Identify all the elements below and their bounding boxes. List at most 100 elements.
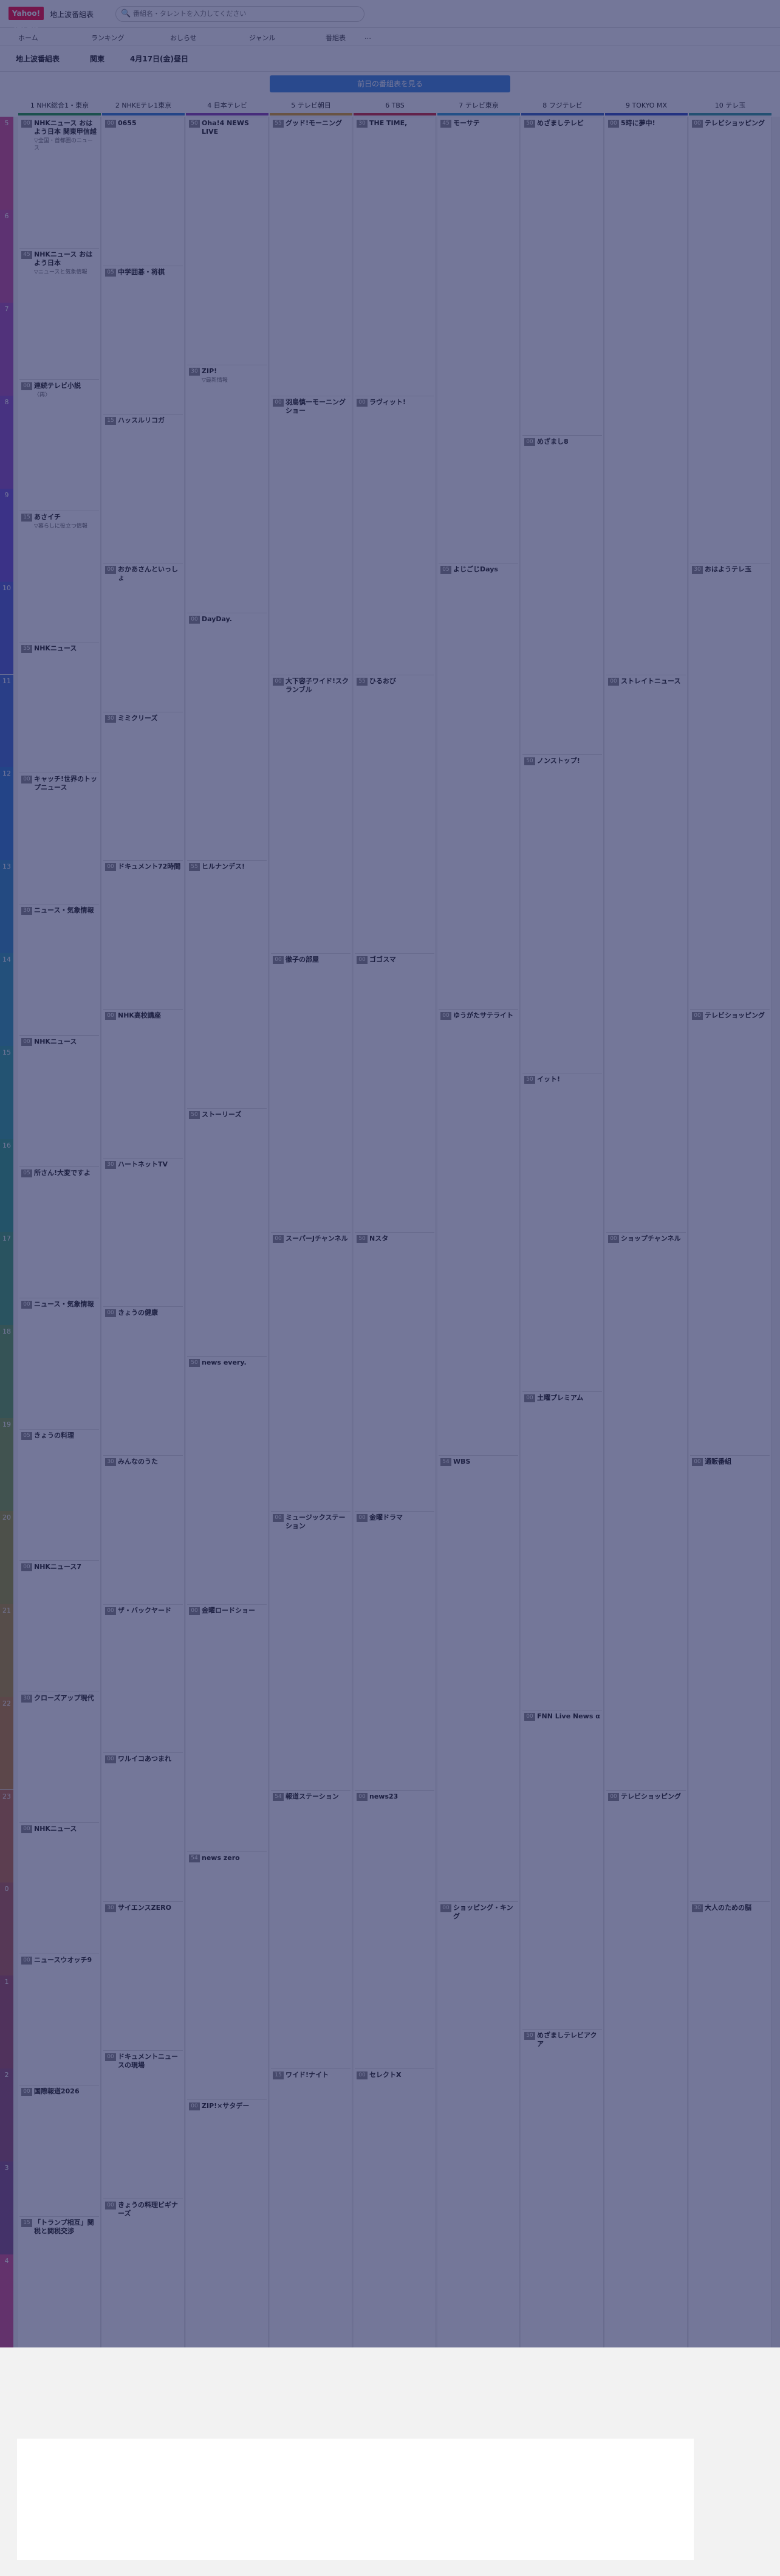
area-select[interactable]: 地上波番組表 xyxy=(16,53,60,64)
program-title[interactable]: NHKニュース おはよう日本 関東甲信越 xyxy=(34,119,98,136)
program-cell[interactable]: 00 セレクトX xyxy=(355,2068,434,2347)
program-cell[interactable]: 00 土曜プレミアム xyxy=(522,1391,602,1710)
program-title[interactable]: ゴゴスマ xyxy=(369,956,433,964)
program-cell[interactable]: 30 みんなのうた xyxy=(103,1455,183,1604)
program-title[interactable]: モーサテ xyxy=(453,119,517,128)
program-title[interactable]: セレクトX xyxy=(369,2071,433,2079)
nav-more[interactable]: … xyxy=(364,33,371,41)
program-cell[interactable]: 00 テレビショッピング xyxy=(690,1009,770,1455)
program-cell[interactable]: 30 おはようテレ玉 xyxy=(690,563,770,1009)
program-cell[interactable]: 30 大人のための脳 xyxy=(690,1901,770,2347)
program-cell[interactable]: 05 中学囲碁・将棋 xyxy=(103,265,183,415)
program-cell[interactable]: 50 めざましテレビアクア xyxy=(522,2028,602,2347)
program-title[interactable]: news every. xyxy=(202,1359,265,1367)
program-title[interactable]: 大下容子ワイド!スクランブル xyxy=(286,677,349,694)
program-title[interactable]: ひるおび xyxy=(369,677,433,686)
program-title[interactable]: ショップチャンネル xyxy=(621,1235,685,1243)
program-cell[interactable]: 00 スーパーJチャンネル xyxy=(271,1232,351,1511)
program-title[interactable]: 国際報道2026 xyxy=(34,2087,98,2096)
nav-ranking[interactable]: ランキング xyxy=(91,33,125,43)
program-title[interactable]: Nスタ xyxy=(369,1235,433,1243)
program-cell[interactable]: 00 ZIP!×サタデー xyxy=(187,2099,267,2347)
program-cell[interactable]: 15 あさイチ ▽暮らしに役立つ情報 xyxy=(19,510,99,642)
station-1[interactable]: 1 NHK総合1・東京 xyxy=(18,98,101,115)
site-name[interactable]: 地上波番組表 xyxy=(50,9,94,19)
program-title[interactable]: ゆうがたサテライト xyxy=(453,1011,517,1020)
program-title[interactable]: NHK高校講座 xyxy=(118,1011,182,1020)
program-title[interactable]: テレビショッピング xyxy=(621,1793,685,1801)
program-title[interactable]: NHKニュース おはよう日本 xyxy=(34,250,98,267)
program-cell[interactable]: 00 羽鳥慎一モーニングショー xyxy=(271,395,351,675)
program-cell[interactable]: 00 ショップチャンネル xyxy=(606,1232,686,1790)
program-title[interactable]: 「トランプ相互」関税と関税交渉 xyxy=(34,2219,98,2236)
program-title[interactable]: WBS xyxy=(453,1458,517,1466)
program-title[interactable]: きょうの料理ビギナーズ xyxy=(118,2201,182,2218)
program-cell[interactable]: 50 ストーリーズ xyxy=(187,1108,267,1356)
station-8[interactable]: 9 TOKYO MX xyxy=(605,98,688,115)
program-title[interactable]: ZIP! xyxy=(202,367,265,376)
program-cell[interactable]: 15 「トランプ相互」関税と関税交渉 xyxy=(19,2216,99,2347)
program-title[interactable]: ストレイトニュース xyxy=(621,677,685,686)
program-title[interactable]: 大人のための脳 xyxy=(705,1904,768,1912)
program-cell[interactable]: 55 ひるおび xyxy=(355,674,434,954)
program-cell[interactable]: 00 ドキュメントニュースの現場 xyxy=(103,2050,183,2199)
program-cell[interactable]: 00 ニュースウオッチ9 xyxy=(19,1954,99,2085)
program-cell[interactable]: 00 徹子の部屋 xyxy=(271,953,351,1232)
station-7[interactable]: 8 フジテレビ xyxy=(521,98,604,115)
station-2[interactable]: 2 NHKEテレ1東京 xyxy=(102,98,185,115)
program-cell[interactable]: 50 ノンストップ! xyxy=(522,754,602,1073)
program-cell[interactable]: 05 よじごじDays xyxy=(439,563,518,1009)
program-title[interactable]: ノンストップ! xyxy=(537,757,601,765)
program-title[interactable]: あさイチ xyxy=(34,513,98,522)
program-cell[interactable]: 00 NHK高校講座 xyxy=(103,1009,183,1158)
program-title[interactable]: ニュース・気象情報 xyxy=(34,906,98,915)
program-cell[interactable]: 00 ゆうがたサテライト xyxy=(439,1009,518,1455)
program-cell[interactable]: 00 NHKニュース おはよう日本 関東甲信越 ▽全国・首都圏のニュース xyxy=(19,117,99,248)
program-title[interactable]: おはようテレ玉 xyxy=(705,565,768,574)
date-select[interactable]: 4月17日(金)昼日 xyxy=(130,53,188,64)
search-input[interactable] xyxy=(133,9,358,19)
program-title[interactable]: ミュージックステーション xyxy=(286,1514,349,1531)
program-cell[interactable]: 00 NHKニュース xyxy=(19,1822,99,1954)
program-cell[interactable]: 00 ラヴィット! xyxy=(355,395,434,675)
program-title[interactable]: 通販番組 xyxy=(705,1458,768,1466)
program-title[interactable]: 中学囲碁・将棋 xyxy=(118,268,182,277)
search-box[interactable]: 🔍 xyxy=(115,6,364,22)
program-cell[interactable]: 30 THE TIME, xyxy=(355,117,434,396)
program-title[interactable]: ニュース・気象情報 xyxy=(34,1300,98,1309)
program-cell[interactable]: 55 グッド!モーニング xyxy=(271,117,351,396)
program-title[interactable]: ショッピング・キング xyxy=(453,1904,517,1921)
program-title[interactable]: 報道ステーション xyxy=(286,1793,349,1801)
program-title[interactable]: 5時に夢中! xyxy=(621,119,685,128)
program-title[interactable]: イット! xyxy=(537,1075,601,1084)
program-title[interactable]: NHKニュース xyxy=(34,644,98,653)
program-cell[interactable]: 00 通販番組 xyxy=(690,1455,770,1901)
program-title[interactable]: ドキュメント72時間 xyxy=(118,863,182,871)
program-cell[interactable]: 00 ワルイコあつまれ xyxy=(103,1752,183,1901)
program-cell[interactable]: 50 イット! xyxy=(522,1072,602,1391)
program-title[interactable]: 金曜ドラマ xyxy=(369,1514,433,1522)
program-title[interactable]: ワイド!ナイト xyxy=(286,2071,349,2079)
program-cell[interactable]: 05 所さん!大変ですよ xyxy=(19,1166,99,1298)
program-title[interactable]: 0655 xyxy=(118,119,182,128)
program-title[interactable]: きょうの健康 xyxy=(118,1309,182,1317)
program-cell[interactable]: 00 キャッチ!世界のトップニュース xyxy=(19,773,99,904)
program-cell[interactable]: 00 ショッピング・キング xyxy=(439,1901,518,2347)
program-title[interactable]: NHKニュース7 xyxy=(34,1563,98,1571)
program-cell[interactable]: 30 ミミクリーズ xyxy=(103,711,183,861)
program-cell[interactable]: 00 ザ・バックヤード xyxy=(103,1603,183,1753)
program-title[interactable]: NHKニュース xyxy=(34,1038,98,1046)
program-cell[interactable]: 00 5時に夢中! xyxy=(606,117,686,675)
program-title[interactable]: 金曜ロードショー xyxy=(202,1607,265,1615)
program-cell[interactable]: 50 news every. xyxy=(187,1355,267,1604)
program-cell[interactable]: 00 大下容子ワイド!スクランブル xyxy=(271,674,351,954)
nav-news[interactable]: おしらせ xyxy=(170,33,197,43)
program-title[interactable]: テレビショッピング xyxy=(705,119,768,128)
program-title[interactable]: ストーリーズ xyxy=(202,1111,265,1119)
nav-home[interactable]: ホーム xyxy=(18,33,38,43)
program-cell[interactable]: 50 Nスタ xyxy=(355,1232,434,1511)
program-cell[interactable]: 30 ニュース・気象情報 xyxy=(19,904,99,1035)
region-select[interactable]: 関東 xyxy=(90,53,104,64)
program-title[interactable]: めざまし8 xyxy=(537,438,601,446)
program-title[interactable]: ヒルナンデス! xyxy=(202,863,265,871)
